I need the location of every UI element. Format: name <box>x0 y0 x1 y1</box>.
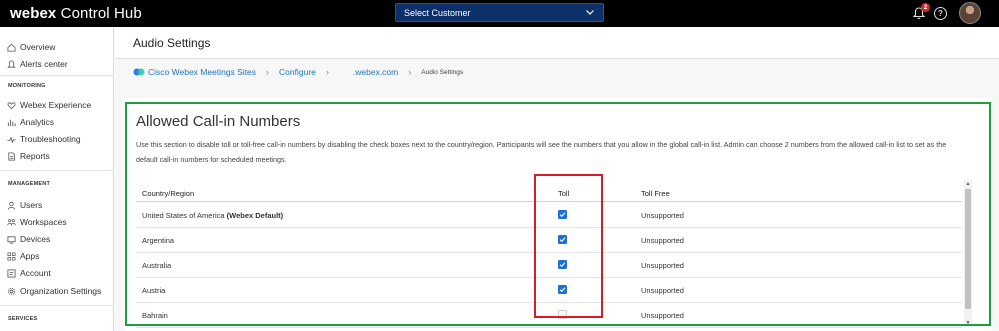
highlight-box-red <box>534 174 603 318</box>
heart-icon <box>7 101 16 109</box>
sidebar-divider <box>0 75 113 76</box>
sidebar-item-label: Account <box>20 268 51 278</box>
avatar[interactable] <box>959 2 981 24</box>
sidebar-item-account[interactable]: Account <box>7 266 51 280</box>
notification-badge: 2 <box>921 3 930 12</box>
breadcrumb: Cisco Webex Meetings Sites › Configure ›… <box>133 65 463 79</box>
sidebar-item-label: Organization Settings <box>20 286 102 296</box>
app-logo[interactable]: webex Control Hub <box>10 5 142 22</box>
chevron-right-icon: › <box>325 67 329 77</box>
sidebar-item-overview[interactable]: Overview <box>7 40 55 54</box>
page-header: Audio Settings <box>115 27 999 59</box>
breadcrumb-site[interactable]: .webex.com <box>353 67 398 77</box>
home-icon <box>7 43 16 52</box>
account-icon <box>7 268 16 278</box>
sidebar-item-label: Webex Experience <box>20 100 92 110</box>
sidebar-item-devices[interactable]: Devices <box>7 232 50 246</box>
sidebar-item-webex-experience[interactable]: Webex Experience <box>7 98 91 112</box>
sidebar-divider <box>0 170 113 171</box>
sidebar-section-monitoring: MONITORING <box>8 83 46 89</box>
top-bar: webex Control Hub Select Customer 2 ? <box>0 0 999 27</box>
gear-icon <box>7 287 16 295</box>
chevron-down-icon <box>586 10 594 15</box>
device-icon <box>7 235 16 244</box>
document-icon <box>8 151 16 161</box>
sidebar-item-troubleshooting[interactable]: Troubleshooting <box>7 132 81 146</box>
sidebar-section-services: SERVICES <box>8 316 38 322</box>
sidebar-item-analytics[interactable]: Analytics <box>7 115 54 129</box>
sidebar-item-label: Apps <box>20 251 40 261</box>
sidebar-item-label: Reports <box>20 151 50 161</box>
sidebar-item-alerts-center[interactable]: Alerts center <box>7 57 68 71</box>
sidebar-item-organization-settings[interactable]: Organization Settings <box>7 284 101 298</box>
sidebar-item-label: Workspaces <box>20 217 67 227</box>
customer-select-label: Select Customer <box>404 8 471 18</box>
workspaces-icon <box>7 218 16 225</box>
chart-icon <box>7 119 16 126</box>
sidebar-divider <box>0 305 113 306</box>
sidebar: Overview Alerts center MONITORING Webex … <box>0 27 114 331</box>
sidebar-item-label: Devices <box>20 234 51 244</box>
sidebar-item-label: Users <box>20 200 43 210</box>
bell-icon <box>7 59 16 68</box>
chevron-right-icon: › <box>266 67 270 77</box>
customer-select[interactable]: Select Customer <box>395 3 604 22</box>
sidebar-item-reports[interactable]: Reports <box>7 149 50 163</box>
apps-icon <box>7 252 16 260</box>
sidebar-item-label: Alerts center <box>20 59 68 69</box>
sidebar-item-apps[interactable]: Apps <box>7 249 39 263</box>
sidebar-section-management: MANAGEMENT <box>8 181 51 187</box>
sidebar-item-label: Overview <box>20 42 56 52</box>
sidebar-item-users[interactable]: Users <box>7 198 42 212</box>
page-title: Audio Settings <box>133 36 211 50</box>
sidebar-item-label: Analytics <box>20 117 55 127</box>
chevron-right-icon: › <box>408 67 412 77</box>
breadcrumb-configure[interactable]: Configure <box>279 67 316 77</box>
sidebar-item-label: Troubleshooting <box>20 134 81 144</box>
breadcrumb-current: Audio Settings <box>421 68 464 76</box>
help-icon[interactable]: ? <box>934 7 947 20</box>
pulse-icon <box>7 136 16 143</box>
breadcrumb-meetings-sites[interactable]: Cisco Webex Meetings Sites <box>148 67 256 77</box>
webex-meetings-icon <box>133 68 145 76</box>
user-icon <box>7 201 16 210</box>
sidebar-item-workspaces[interactable]: Workspaces <box>7 215 67 229</box>
